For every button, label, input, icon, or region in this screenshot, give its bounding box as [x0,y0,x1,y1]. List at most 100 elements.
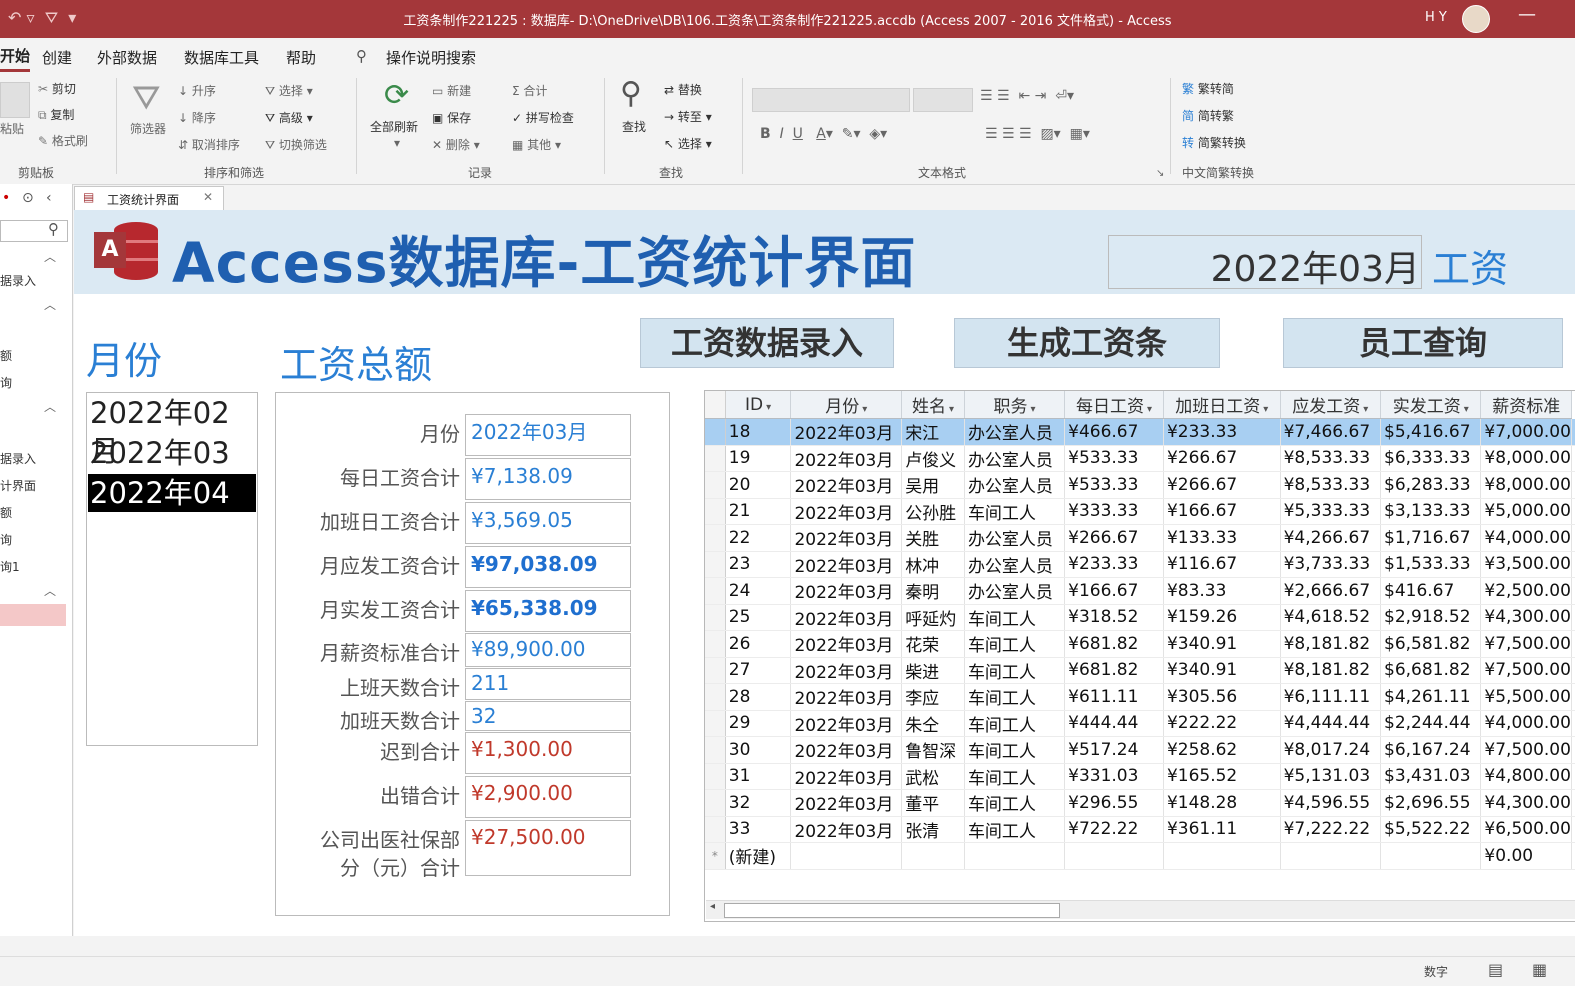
table-cell[interactable]: ¥296.55 [1065,790,1164,817]
table-cell[interactable] [1065,843,1164,870]
table-cell[interactable]: 卢俊义 [902,445,965,472]
dialog-launcher-icon[interactable]: ↘ [1156,168,1164,179]
nav-item[interactable]: 询1 [0,558,20,575]
table-cell[interactable]: 林冲 [902,551,965,578]
column-header-net-pay[interactable]: 实发工资▾ [1381,391,1481,419]
table-cell[interactable]: ¥722.22 [1065,816,1164,843]
table-row[interactable]: 202022年03月吴用办公室人员¥533.33¥266.67¥8,533.33… [705,472,1575,499]
table-cell[interactable]: ¥5,000.00 [1481,498,1572,525]
table-cell[interactable]: ¥166.67 [1065,578,1164,605]
table-cell[interactable]: ¥681.82 [1065,657,1164,684]
trad-to-simp-button[interactable]: 繁 繁转简 [1182,80,1234,97]
nav-item[interactable]: 据录入 [0,272,36,289]
chevron-up-icon[interactable]: ︿ [44,296,56,313]
copy-button[interactable]: ⧉ 复制 [38,106,74,123]
table-cell[interactable]: $5,522.22 [1381,816,1481,843]
table-cell[interactable]: ¥7,500.00 [1481,657,1572,684]
refresh-all-button[interactable]: 全部刷新 [370,118,418,135]
sort-ascending-button[interactable]: ↓ 升序 [178,82,216,99]
tab-form[interactable]: ▤ 工资统计界面 ✕ [74,186,224,211]
table-cell[interactable]: 办公室人员 [964,578,1064,605]
table-cell[interactable]: ¥533.33 [1065,445,1164,472]
table-cell[interactable]: 2022年03月 [791,419,902,446]
chevron-up-icon[interactable]: ︿ [44,582,56,599]
table-cell[interactable]: 24 [725,578,791,605]
table-cell[interactable]: ¥4,300.00 [1481,790,1572,817]
table-cell[interactable]: 办公室人员 [964,419,1064,446]
table-cell[interactable]: ¥3,500.00 [1481,551,1572,578]
nav-item[interactable]: 额 [0,347,12,364]
row-selector[interactable] [705,763,725,790]
table-row[interactable]: 232022年03月林冲办公室人员¥233.33¥116.67¥3,733.33… [705,551,1575,578]
table-cell[interactable]: $5,416.67 [1381,419,1481,446]
table-row[interactable]: 222022年03月关胜办公室人员¥266.67¥133.33¥4,266.67… [705,525,1575,552]
table-cell[interactable]: 18 [725,419,791,446]
table-cell[interactable]: 车间工人 [964,604,1064,631]
list-item-selected[interactable]: 2022年04月 [88,474,256,512]
table-cell[interactable]: 27 [725,657,791,684]
table-cell[interactable]: 吴用 [902,472,965,499]
search-icon[interactable]: ⚲ [48,220,59,238]
table-cell[interactable]: ¥7,466.67 [1280,419,1380,446]
table-cell[interactable]: $2,918.52 [1381,604,1481,631]
table-cell[interactable]: ¥8,181.82 [1280,631,1380,658]
tell-me-search[interactable]: 操作说明搜索 [386,47,476,68]
table-cell[interactable]: ¥222.22 [1163,710,1280,737]
table-cell[interactable]: ¥331.03 [1065,763,1164,790]
close-icon[interactable]: ✕ [203,190,213,204]
paste-icon[interactable] [0,82,30,118]
work-days-total-field[interactable]: 211 [465,668,631,700]
table-cell[interactable]: ¥133.33 [1163,525,1280,552]
table-cell[interactable] [1280,843,1380,870]
table-cell[interactable]: ¥8,000.00 [1481,445,1572,472]
table-cell[interactable]: ¥4,444.44 [1280,710,1380,737]
table-cell[interactable]: 2022年03月 [791,525,902,552]
minimize-button[interactable]: — [1518,4,1536,25]
chevron-up-icon[interactable]: ︿ [44,398,56,415]
table-cell[interactable]: 2022年03月 [791,445,902,472]
table-row[interactable]: 242022年03月秦明办公室人员¥166.67¥83.33¥2,666.67$… [705,578,1575,605]
table-cell[interactable] [1381,843,1481,870]
table-cell[interactable]: ¥305.56 [1163,684,1280,711]
table-cell[interactable]: 2022年03月 [791,472,902,499]
table-cell[interactable]: 李应 [902,684,965,711]
table-cell[interactable]: 办公室人员 [964,525,1064,552]
table-cell[interactable]: 车间工人 [964,657,1064,684]
late-total-field[interactable]: ¥1,300.00 [465,732,631,774]
table-row[interactable]: 332022年03月张清车间工人¥722.22¥361.11¥7,222.22$… [705,816,1575,843]
table-cell[interactable]: 车间工人 [964,737,1064,764]
table-cell[interactable]: 车间工人 [964,710,1064,737]
totals-button[interactable]: Σ 合计 [512,82,547,99]
table-cell[interactable]: $6,333.33 [1381,445,1481,472]
table-cell[interactable]: ¥466.67 [1065,419,1164,446]
table-cell[interactable]: $6,283.33 [1381,472,1481,499]
scroll-left-icon[interactable]: ◂ [710,901,715,912]
table-cell[interactable]: 车间工人 [964,763,1064,790]
goto-button[interactable]: → 转至 ▾ [664,108,712,125]
employee-query-button[interactable]: 员工查询 [1283,318,1563,368]
list-item[interactable]: 2022年03月 [88,434,256,472]
replace-button[interactable]: ⇄ 替换 [664,81,702,98]
wage-entry-button[interactable]: 工资数据录入 [640,318,894,368]
table-cell[interactable]: ¥8,000.00 [1481,472,1572,499]
tab-help[interactable]: 帮助 [286,47,316,68]
chevron-down-icon[interactable]: ▾ [394,136,400,150]
table-cell[interactable]: ¥361.11 [1163,816,1280,843]
table-cell[interactable]: 28 [725,684,791,711]
salary-standard-total-field[interactable]: ¥89,900.00 [465,633,631,667]
table-cell[interactable]: ¥8,533.33 [1280,472,1380,499]
font-size-combo[interactable] [913,88,973,112]
generate-slip-button[interactable]: 生成工资条 [954,318,1220,368]
select-button[interactable]: ↖ 选择 ▾ [664,135,712,152]
table-cell[interactable]: 2022年03月 [791,790,902,817]
table-cell[interactable]: ¥4,000.00 [1481,525,1572,552]
column-header-name[interactable]: 姓名▾ [902,391,965,419]
convert-button[interactable]: 转 简繁转换 [1182,134,1246,151]
gross-pay-total-field[interactable]: ¥97,038.09 [465,546,631,588]
table-row[interactable]: 192022年03月卢俊义办公室人员¥533.33¥266.67¥8,533.3… [705,445,1575,472]
table-cell[interactable]: 29 [725,710,791,737]
tab-home[interactable]: 开始 [0,45,30,72]
table-cell[interactable]: ¥4,000.00 [1481,710,1572,737]
column-header-daily-wage[interactable]: 每日工资▾ [1065,391,1164,419]
horizontal-scrollbar[interactable]: ◂ [706,900,1575,919]
